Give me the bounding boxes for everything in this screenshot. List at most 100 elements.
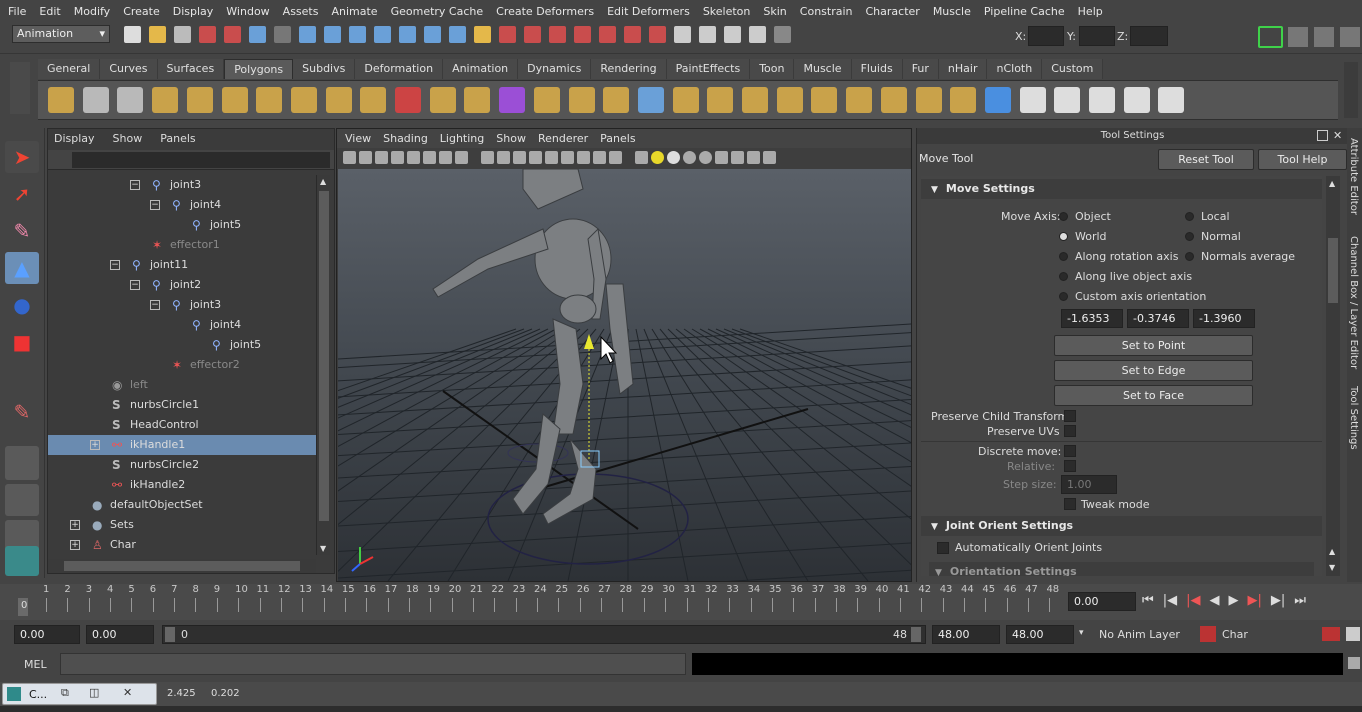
axis-x-field[interactable]: -1.6353	[1061, 309, 1123, 328]
x-field[interactable]	[1028, 26, 1064, 46]
shelf-tab-curves[interactable]: Curves	[100, 59, 158, 79]
menu-edit-deformers[interactable]: Edit Deformers	[607, 5, 690, 18]
outliner-row[interactable]: ◉ left	[48, 375, 316, 395]
xray-joints-icon[interactable]	[609, 151, 622, 164]
outliner-row[interactable]: SnurbsCircle2	[48, 455, 316, 475]
float-icon[interactable]	[1317, 130, 1328, 141]
expand-toggle-icon[interactable]: −	[110, 260, 120, 270]
output-ops-icon[interactable]	[549, 26, 566, 43]
poly-pyramid-icon[interactable]	[256, 87, 283, 113]
character-set-icon[interactable]	[1200, 626, 1216, 642]
shading-4-icon[interactable]	[747, 151, 760, 164]
poly-pipe-icon[interactable]	[290, 87, 317, 113]
extrude-icon[interactable]	[637, 87, 664, 113]
planar-map-icon[interactable]	[1123, 87, 1150, 113]
bookmark-icon[interactable]	[375, 151, 388, 164]
extract-icon[interactable]	[464, 87, 491, 113]
select-camera-icon[interactable]	[763, 151, 776, 164]
offset-loop-icon[interactable]	[742, 87, 768, 113]
menu-window[interactable]: Window	[226, 5, 269, 18]
poly-soccer-icon[interactable]	[360, 87, 387, 113]
anim-layer-label[interactable]: No Anim Layer	[1099, 628, 1180, 641]
all-lights-icon[interactable]	[683, 151, 696, 164]
outliner-menu-display[interactable]: Display	[54, 132, 95, 145]
menu-assets[interactable]: Assets	[283, 5, 319, 18]
time-slider[interactable]: 1 2 3 4 5 6 7 8 9 10 11 12 13 14 15 16 17 18 19 20 21 22 23 24 2…	[0, 584, 1362, 620]
auto-orient-checkbox[interactable]	[937, 542, 949, 554]
axis-radio[interactable]	[1185, 212, 1194, 221]
viewport-canvas[interactable]	[337, 168, 911, 581]
expand-toggle-icon[interactable]: +	[90, 440, 100, 450]
lights-icon[interactable]	[529, 151, 542, 164]
axis-radio[interactable]	[1059, 212, 1068, 221]
menu-create-deformers[interactable]: Create Deformers	[496, 5, 594, 18]
menu-edit[interactable]: Edit	[39, 5, 60, 18]
expand-toggle-icon[interactable]: +	[70, 520, 80, 530]
scale-tool-icon[interactable]: ■	[5, 326, 39, 358]
menu-character[interactable]: Character	[866, 5, 920, 18]
wedge-icon[interactable]	[950, 87, 977, 113]
menu-geometry-cache[interactable]: Geometry Cache	[391, 5, 484, 18]
go-to-start-icon[interactable]: ⏮	[1142, 593, 1154, 608]
outliner-row[interactable]: ✶ effector2	[48, 355, 316, 375]
mel-label[interactable]: MEL	[24, 658, 47, 671]
menu-modify[interactable]: Modify	[74, 5, 110, 18]
rotate-tool-icon[interactable]: ●	[5, 289, 39, 321]
step-back-key-icon[interactable]: |◀	[1163, 593, 1177, 608]
shading-2-icon[interactable]	[715, 151, 728, 164]
select-by-name-icon[interactable]	[749, 26, 766, 43]
outliner-row[interactable]: ✶ effector1	[48, 235, 316, 255]
save-scene-icon[interactable]	[174, 26, 191, 43]
attribute-editor-icon[interactable]	[1314, 27, 1334, 47]
maximize-icon[interactable]: ◫	[89, 686, 99, 699]
separate-icon[interactable]	[429, 87, 456, 113]
snap-live-icon[interactable]	[424, 26, 441, 43]
tool-help-button[interactable]: Tool Help	[1258, 149, 1347, 170]
safe-action-icon[interactable]	[455, 151, 468, 164]
mask-icon[interactable]	[274, 26, 291, 43]
viewport-menu-shading[interactable]: Shading	[383, 132, 428, 145]
poly-torus-icon[interactable]	[221, 87, 248, 113]
default-lights-icon[interactable]	[667, 151, 680, 164]
step-size-field[interactable]: 1.00	[1061, 475, 1117, 494]
bridge-icon[interactable]	[568, 87, 595, 113]
toggle-panel-icon[interactable]	[1258, 26, 1283, 48]
menu-set-dropdown[interactable]: Animation ▾	[12, 25, 110, 43]
move-settings-header[interactable]: ▼ Move Settings	[921, 179, 1322, 199]
viewport-menu-lighting[interactable]: Lighting	[440, 132, 484, 145]
move-tool-icon[interactable]: ▲	[5, 252, 39, 284]
open-scene-icon[interactable]	[149, 26, 166, 43]
shelf-tab-surfaces[interactable]: Surfaces	[157, 59, 225, 79]
axis-radio[interactable]	[1059, 292, 1068, 301]
axis-radio[interactable]	[1059, 232, 1068, 241]
menu-display[interactable]: Display	[173, 5, 214, 18]
step-forward-key-icon[interactable]: ▶|	[1271, 593, 1285, 608]
smooth-shade-icon[interactable]	[497, 151, 510, 164]
outliner-row[interactable]: ⚲ joint4 −	[48, 195, 316, 215]
shelf-tab-muscle[interactable]: Muscle	[794, 59, 852, 79]
shelf-tab-deformation[interactable]: Deformation	[355, 59, 444, 79]
axis-radio[interactable]	[1185, 232, 1194, 241]
render-settings-icon[interactable]	[649, 26, 666, 43]
snap-point-icon[interactable]	[349, 26, 366, 43]
construction-history-icon[interactable]	[499, 26, 516, 43]
viewport-menu-show[interactable]: Show	[496, 132, 526, 145]
select-tool-icon[interactable]: ➤	[5, 141, 39, 173]
smooth-proxy-icon[interactable]	[499, 87, 526, 113]
poly-cone-icon[interactable]	[152, 87, 179, 113]
show-hide-icon[interactable]	[724, 26, 741, 43]
uv-checker-icon[interactable]	[1019, 87, 1046, 113]
slide-edge-icon[interactable]	[776, 87, 803, 113]
tool-settings-scroll[interactable]: ▲ ▲ ▼	[1326, 176, 1340, 576]
step-forward-frame-icon[interactable]: ▶|	[1247, 593, 1261, 608]
camera-select-icon[interactable]	[343, 151, 356, 164]
tweak-mode-checkbox[interactable]	[1064, 498, 1076, 510]
menu-skin[interactable]: Skin	[763, 5, 786, 18]
input-ops-icon[interactable]	[524, 26, 541, 43]
image-plane-icon[interactable]	[391, 151, 404, 164]
expand-toggle-icon[interactable]: −	[150, 200, 160, 210]
set-to-edge-button[interactable]: Set to Edge	[1054, 360, 1253, 381]
shelf-tab-polygons[interactable]: Polygons	[224, 59, 294, 79]
insert-loop-icon[interactable]	[707, 87, 734, 113]
axis-radio[interactable]	[1185, 252, 1194, 261]
